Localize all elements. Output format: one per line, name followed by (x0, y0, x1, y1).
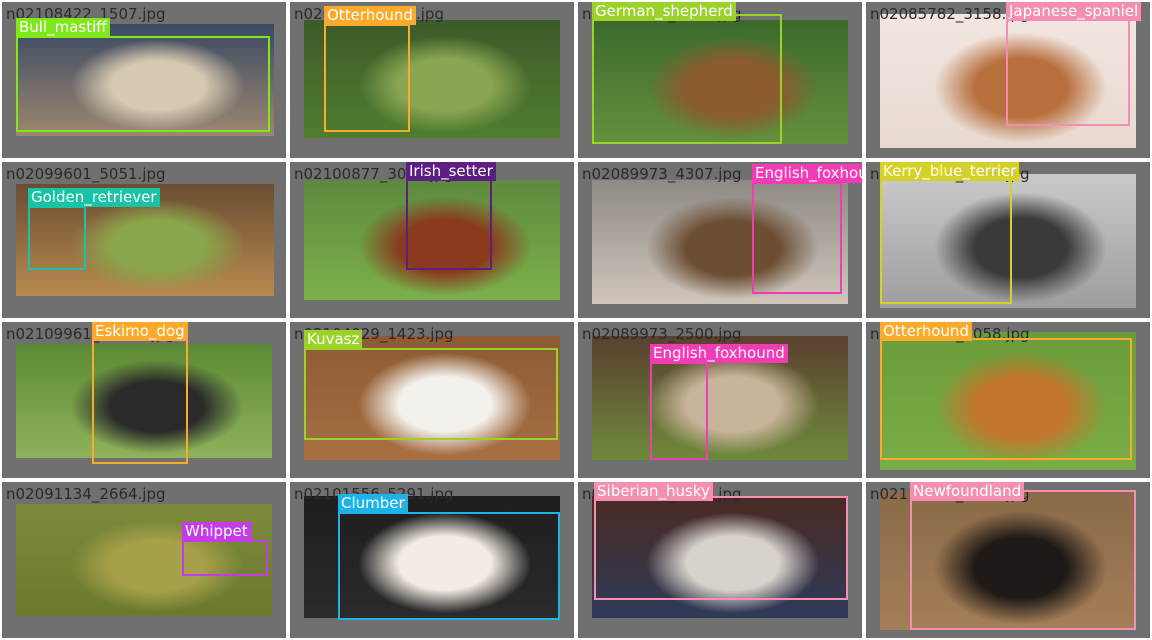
grid-cell[interactable]: n02110185_1294.jpgSiberian_husky (578, 482, 862, 638)
grid-cell[interactable]: n02085782_3158.jpg Japanese_spaniel (866, 2, 1150, 158)
bounding-box (880, 338, 1132, 460)
bounding-box (182, 540, 268, 576)
class-label: Otterhound (324, 6, 416, 25)
bounding-box (406, 174, 492, 270)
grid-cell[interactable]: n02100877_3091.jpg Irish_setter (290, 162, 574, 318)
bounding-box (28, 206, 86, 270)
class-label: Newfoundland (910, 482, 1025, 501)
class-label: Japanese_spaniel (1006, 2, 1142, 21)
grid-cell[interactable]: n02091635_971.jpgOtterhound (290, 2, 574, 158)
grid-cell[interactable]: n02089973_4307.jpgEnglish_foxhound (578, 162, 862, 318)
bounding-box (910, 490, 1136, 630)
bounding-box (650, 362, 708, 460)
class-label: Golden_retriever (28, 188, 160, 207)
class-label: Kuvasz (304, 330, 363, 349)
class-label: English_foxhound (650, 344, 788, 363)
bounding-box (880, 174, 1012, 304)
filename-label: n02099601_5051.jpg (6, 165, 166, 183)
bounding-box (592, 14, 782, 144)
grid-cell[interactable]: n02108422_1507.jpg Bull_mastiff (2, 2, 286, 158)
image-grid: n02108422_1507.jpgBull_mastiffn02091635_… (0, 0, 1152, 640)
bounding-box (324, 24, 410, 132)
bounding-box (304, 348, 558, 440)
filename-label: n02091134_2664.jpg (6, 485, 166, 503)
grid-cell[interactable]: n02106662_4059.jpgGerman_shepherd (578, 2, 862, 158)
class-label: Kerry_blue_terrier (880, 162, 1020, 181)
class-label: Siberian_husky (594, 482, 713, 501)
grid-cell[interactable]: n02089973_2500.jpg English_foxhound (578, 322, 862, 478)
class-label: Irish_setter (406, 162, 496, 181)
class-label: German_shepherd (592, 2, 736, 21)
class-label: Clumber (338, 494, 408, 513)
grid-cell[interactable]: n02091635_4058.jpgOtterhound (866, 322, 1150, 478)
bounding-box (338, 512, 560, 620)
class-label: Eskimo_dog (92, 322, 188, 341)
class-label: Whippet (182, 522, 251, 541)
class-label: English_foxhound (752, 164, 862, 183)
grid-cell[interactable]: n02101556_5291.jpgClumber (290, 482, 574, 638)
grid-cell[interactable]: n02104029_1423.jpg Kuvasz (290, 322, 574, 478)
grid-cell[interactable]: n02093859_2558.jpgKerry_blue_terrier (866, 162, 1150, 318)
grid-cell[interactable]: n02109961_11345.jpg Eskimo_dog (2, 322, 286, 478)
bounding-box (1006, 14, 1130, 126)
grid-cell[interactable]: n02091134_2664.jpg Whippet (2, 482, 286, 638)
bounding-box (752, 182, 842, 294)
grid-cell[interactable]: n02111277_4881.jpgNewfoundland (866, 482, 1150, 638)
class-label: Bull_mastiff (16, 18, 110, 37)
bounding-box (594, 496, 848, 600)
bounding-box (16, 36, 270, 132)
grid-cell[interactable]: n02099601_5051.jpg Golden_retriever (2, 162, 286, 318)
class-label: Otterhound (880, 322, 972, 341)
bounding-box (92, 332, 188, 464)
